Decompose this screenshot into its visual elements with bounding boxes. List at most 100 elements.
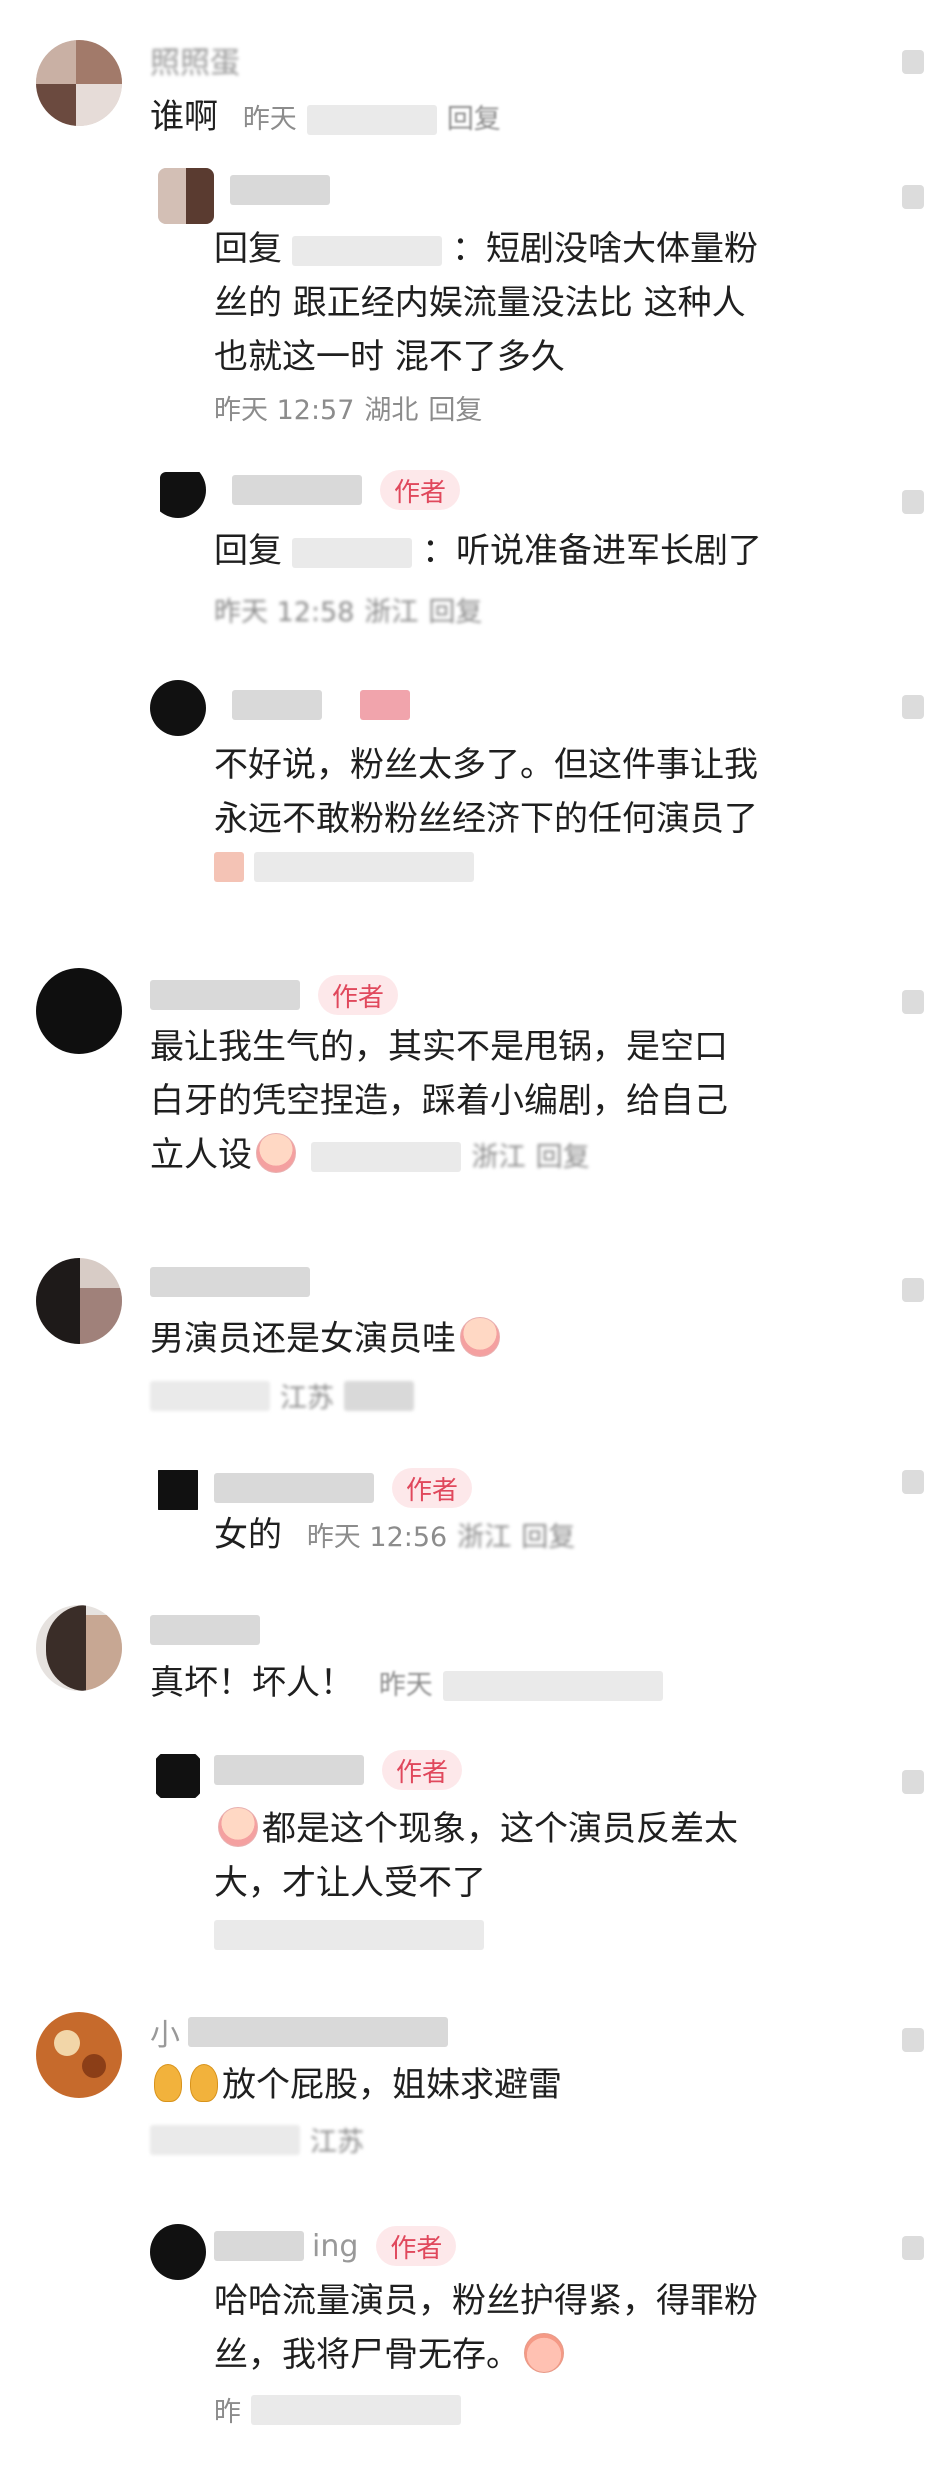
avatar[interactable]: [36, 40, 122, 126]
comment-text[interactable]: 回复 ：听说准备进军长剧了: [214, 524, 762, 578]
ear-emoji-icon: [190, 2063, 218, 2102]
redacted: [232, 475, 362, 505]
avatar[interactable]: [150, 1748, 206, 1804]
text-line: 哈哈流量演员，粉丝护得紧，得罪粉: [214, 2281, 758, 2321]
location-text: 江苏: [310, 2127, 364, 2158]
avatar[interactable]: [150, 1462, 206, 1518]
reply-button[interactable]: 回复: [536, 1131, 590, 1185]
location-text: 浙江: [364, 597, 419, 628]
time-text: 昨: [214, 2397, 241, 2428]
text-line: ：短剧没啥大体量粉: [452, 229, 758, 269]
like-icon[interactable]: [902, 2236, 924, 2260]
redacted: [150, 1615, 260, 1645]
username[interactable]: 照照蛋: [150, 40, 240, 81]
comment-meta: 昨天: [379, 1659, 663, 1713]
redacted: [214, 1755, 364, 1785]
redacted: [230, 175, 330, 205]
comment-text[interactable]: 放个屁股，姐妹求避雷: [150, 2058, 562, 2112]
time-text: 昨天 12:58: [214, 597, 355, 628]
comment-text-content: 真坏！坏人！: [150, 1663, 354, 1703]
redacted: [254, 852, 474, 882]
reply-button[interactable]: 回复: [428, 590, 482, 629]
time-text: 昨天: [378, 1670, 433, 1701]
redacted: [214, 852, 244, 882]
comment-text[interactable]: 哈哈流量演员，粉丝护得紧，得罪粉 丝，我将尸骨无存。: [214, 2274, 894, 2382]
time-text: 昨天 12:56: [306, 1522, 448, 1553]
comment-text[interactable]: 谁啊 昨天 回复: [150, 90, 501, 147]
username[interactable]: 小: [150, 2012, 448, 2053]
text-line: 丝的 跟正经内娱流量没法比 这种人: [214, 283, 746, 323]
location-text: 浙江: [471, 1142, 526, 1173]
comment-meta: 昨天 回复: [243, 93, 501, 147]
reply-prefix: 回复: [214, 229, 282, 269]
avatar[interactable]: [36, 1258, 122, 1344]
redacted: [150, 1380, 270, 1411]
peach-emoji-icon: [524, 2332, 564, 2373]
comment-meta: 江苏: [150, 2120, 364, 2159]
redacted: [360, 690, 410, 720]
redacted: [150, 2124, 300, 2155]
avatar[interactable]: [150, 462, 206, 518]
crying-emoji-icon: [218, 1806, 258, 1847]
crying-emoji-icon: [460, 1316, 500, 1357]
avatar[interactable]: [36, 968, 122, 1054]
reply-button[interactable]: 回复: [521, 1511, 575, 1565]
comment-text[interactable]: 不好说，粉丝太多了。但这件事让我 永远不敢粉粉丝经济下的任何演员了: [214, 738, 894, 846]
comment-text[interactable]: 回复 ：短剧没啥大体量粉 丝的 跟正经内娱流量没法比 这种人 也就这一时 混不了多…: [214, 222, 894, 384]
comment-text-content: 放个屁股，姐妹求避雷: [222, 2065, 562, 2105]
avatar[interactable]: [150, 680, 206, 736]
like-icon[interactable]: [902, 990, 924, 1014]
like-icon[interactable]: [902, 1278, 924, 1302]
username[interactable]: ing 作者: [214, 2226, 457, 2266]
redacted: [310, 1141, 461, 1172]
reply-button[interactable]: 回复: [428, 388, 482, 427]
text-line: 最让我生气的，其实不是甩锅，是空口: [150, 1027, 728, 1067]
redacted: [232, 690, 322, 720]
username[interactable]: [150, 1610, 260, 1650]
redacted: [251, 2394, 461, 2425]
location-text: 江苏: [280, 1383, 334, 1414]
comment-text[interactable]: 真坏！坏人！ 昨天: [150, 1656, 663, 1713]
redacted: [150, 1267, 310, 1297]
redacted: [150, 980, 300, 1010]
like-icon[interactable]: [902, 490, 924, 514]
time-text: 昨天: [242, 104, 297, 135]
reply-prefix: 回复: [214, 531, 282, 571]
comment-text[interactable]: 女的 昨天 12:56 浙江 回复: [214, 1508, 575, 1565]
author-badge: 作者: [382, 1750, 463, 1790]
like-icon[interactable]: [902, 1470, 924, 1494]
redacted: [214, 1473, 374, 1503]
redacted: [292, 235, 442, 266]
like-icon[interactable]: [902, 2028, 924, 2052]
comment-text[interactable]: 都是这个现象，这个演员反差太 大，才让人受不了: [214, 1802, 894, 1910]
username[interactable]: [230, 170, 330, 210]
comment-meta: [214, 852, 474, 882]
comment-text[interactable]: 男演员还是女演员哇: [150, 1312, 504, 1366]
reply-button[interactable]: 回复: [447, 93, 501, 147]
username-prefix: 小: [150, 2018, 180, 2053]
comment-meta: 昨天 12:57 湖北 回复: [214, 388, 482, 427]
username[interactable]: [232, 685, 410, 725]
comment-text[interactable]: 最让我生气的，其实不是甩锅，是空口 白牙的凭空捏造，踩着小编剧，给自己 立人设 …: [150, 1020, 890, 1185]
crying-emoji-icon: [256, 1132, 296, 1173]
avatar[interactable]: [150, 2224, 206, 2280]
comment-text-content: 女的: [214, 1515, 282, 1555]
like-icon[interactable]: [902, 50, 924, 74]
username[interactable]: 作者: [232, 470, 461, 510]
username[interactable]: 作者: [214, 1468, 473, 1508]
text-line: 丝，我将尸骨无存。: [214, 2335, 520, 2375]
username[interactable]: [150, 1262, 310, 1302]
avatar[interactable]: [36, 1605, 122, 1691]
username[interactable]: 作者: [150, 975, 399, 1015]
redacted: [292, 537, 412, 568]
location-text: 浙江: [457, 1522, 512, 1553]
avatar[interactable]: [36, 2012, 122, 2098]
like-icon[interactable]: [902, 1770, 924, 1794]
redacted: [214, 2231, 304, 2261]
username[interactable]: 作者: [214, 1750, 463, 1790]
like-icon[interactable]: [902, 185, 924, 209]
like-icon[interactable]: [902, 695, 924, 719]
username-text: 照照蛋: [150, 46, 240, 81]
text-line: 大，才让人受不了: [214, 1863, 486, 1903]
avatar[interactable]: [158, 168, 214, 224]
